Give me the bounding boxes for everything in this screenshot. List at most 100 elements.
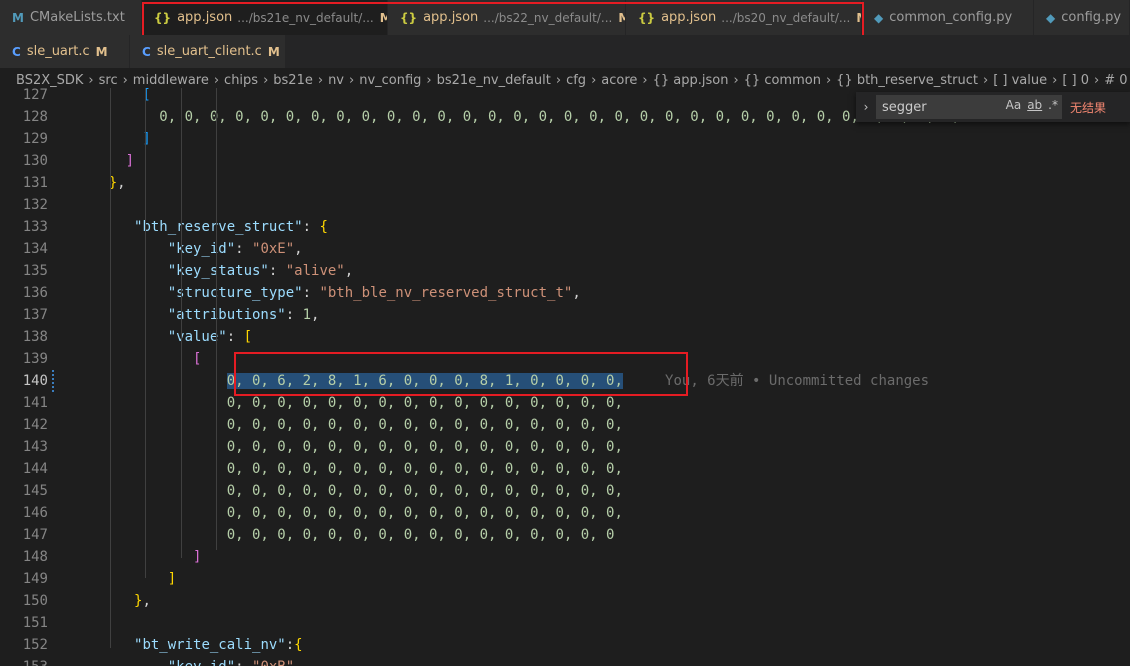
- code-line[interactable]: 136 "structure_type": "bth_ble_nv_reserv…: [0, 282, 1130, 304]
- line-number: 132: [22, 197, 48, 213]
- breadcrumb-item[interactable]: {} common: [744, 73, 821, 88]
- indent-guide: [181, 88, 182, 558]
- code-text: ]: [167, 571, 177, 587]
- chevron-right-icon: ›: [88, 72, 94, 88]
- code-line[interactable]: 142 0, 0, 0, 0, 0, 0, 0, 0, 0, 0, 0, 0, …: [0, 414, 1130, 436]
- code-line[interactable]: 129 ]: [0, 128, 1130, 150]
- code-line[interactable]: 132: [0, 194, 1130, 216]
- tab-label: config.py: [1061, 10, 1122, 25]
- modified-indicator: M: [380, 11, 387, 25]
- breadcrumb-item[interactable]: BS2X_SDK: [16, 73, 83, 88]
- tab-path: .../bs20_nv_default/...: [721, 10, 851, 25]
- tab-label: CMakeLists.txt: [29, 10, 125, 25]
- code-text: "attributions": 1,: [167, 307, 320, 323]
- code-line[interactable]: 141 0, 0, 0, 0, 0, 0, 0, 0, 0, 0, 0, 0, …: [0, 392, 1130, 414]
- tab-label: common_config.py: [889, 10, 1013, 25]
- breadcrumb-item[interactable]: [ ] value: [993, 73, 1047, 88]
- python-file-icon: ◆: [874, 10, 884, 25]
- breadcrumb-item[interactable]: src: [99, 73, 118, 88]
- tab-app-json-bs21e[interactable]: {} app.json .../bs21e_nv_default/... M ×: [142, 0, 388, 35]
- line-number: 128: [22, 109, 48, 125]
- tab-app-json-bs20[interactable]: {} app.json .../bs20_nv_default/... M: [626, 0, 862, 35]
- regex-icon[interactable]: .*: [1048, 98, 1058, 112]
- code-text: ]: [75, 153, 135, 169]
- json-file-icon: {}: [638, 10, 656, 25]
- line-number: 131: [22, 175, 48, 191]
- code-line[interactable]: 139 [: [0, 348, 1130, 370]
- line-number: 133: [22, 219, 48, 235]
- breadcrumb-item[interactable]: {} app.json: [653, 73, 729, 88]
- breadcrumb-item[interactable]: middleware: [133, 73, 209, 88]
- code-line[interactable]: 138 "value": [: [0, 326, 1130, 348]
- code-text: 0, 0, 0, 0, 0, 0, 0, 0, 0, 0, 0, 0, 0, 0…: [75, 109, 961, 125]
- tab-path: .../bs21e_nv_default/...: [237, 10, 374, 25]
- code-line[interactable]: 146 0, 0, 0, 0, 0, 0, 0, 0, 0, 0, 0, 0, …: [0, 502, 1130, 524]
- chevron-right-icon: ›: [825, 72, 832, 88]
- breadcrumb-item[interactable]: nv_config: [359, 73, 421, 88]
- code-line[interactable]: 131 },: [0, 172, 1130, 194]
- json-file-icon: {}: [400, 10, 418, 25]
- code-text: 0, 0, 0, 0, 0, 0, 0, 0, 0, 0, 0, 0, 0, 0…: [226, 417, 623, 433]
- code-line[interactable]: 145 0, 0, 0, 0, 0, 0, 0, 0, 0, 0, 0, 0, …: [0, 480, 1130, 502]
- code-line[interactable]: 137 "attributions": 1,: [0, 304, 1130, 326]
- code-editor[interactable]: 127 [128 0, 0, 0, 0, 0, 0, 0, 0, 0, 0, 0…: [0, 88, 1130, 666]
- tab-sle-uart-c[interactable]: C sle_uart.c M: [0, 35, 130, 68]
- breadcrumb-item[interactable]: bs21e_nv_default: [437, 73, 551, 88]
- code-line[interactable]: 152 "bt_write_cali_nv":{: [0, 634, 1130, 656]
- tab-cmakelists[interactable]: M CMakeLists.txt: [0, 0, 142, 35]
- line-number: 153: [0, 656, 48, 666]
- tab-label: sle_uart.c: [26, 44, 90, 59]
- breadcrumb-item[interactable]: [ ] 0: [1062, 73, 1089, 88]
- line-number: 144: [22, 461, 48, 477]
- chevron-right-icon: ›: [317, 72, 324, 88]
- chevron-right-icon: ›: [426, 72, 432, 88]
- code-line[interactable]: 144 0, 0, 0, 0, 0, 0, 0, 0, 0, 0, 0, 0, …: [0, 458, 1130, 480]
- modified-indicator: M: [95, 44, 108, 59]
- code-text: 0, 0, 6, 2, 8, 1, 6, 0, 0, 0, 8, 1, 0, 0…: [226, 373, 930, 389]
- code-line[interactable]: 133 "bth_reserve_struct": {: [0, 216, 1130, 238]
- breadcrumb-item[interactable]: acore: [601, 73, 637, 88]
- match-case-icon[interactable]: Aa: [1006, 98, 1022, 112]
- python-file-icon: ◆: [1046, 10, 1056, 25]
- code-line[interactable]: 147 0, 0, 0, 0, 0, 0, 0, 0, 0, 0, 0, 0, …: [0, 524, 1130, 546]
- chevron-right-icon: ›: [213, 72, 220, 88]
- tab-config-py[interactable]: ◆ config.py: [1034, 0, 1130, 35]
- breadcrumb-item[interactable]: {} bth_reserve_struct: [836, 73, 978, 88]
- git-blame-annotation: You, 6天前 • Uncommitted changes: [665, 373, 930, 389]
- tab-common-config-py[interactable]: ◆ common_config.py: [862, 0, 1034, 35]
- whole-word-icon[interactable]: ab: [1027, 98, 1042, 112]
- code-text: "structure_type": "bth_ble_nv_reserved_s…: [167, 285, 581, 301]
- breadcrumb-item[interactable]: nv: [328, 73, 344, 88]
- code-line[interactable]: 130 ]: [0, 150, 1130, 172]
- code-text: 0, 0, 0, 0, 0, 0, 0, 0, 0, 0, 0, 0, 0, 0…: [226, 395, 623, 411]
- find-input[interactable]: segger Aa ab .*: [876, 95, 1062, 119]
- code-line[interactable]: 149 ]: [0, 568, 1130, 590]
- line-number: 134: [22, 241, 48, 257]
- breadcrumb-item[interactable]: # 0: [1104, 73, 1127, 88]
- line-number: 143: [22, 439, 48, 455]
- code-line[interactable]: 148 ]: [0, 546, 1130, 568]
- code-line[interactable]: 151: [0, 612, 1130, 634]
- chevron-right-icon[interactable]: ›: [856, 100, 876, 114]
- json-file-icon: {}: [154, 10, 172, 25]
- code-line[interactable]: 140 0, 0, 6, 2, 8, 1, 6, 0, 0, 0, 8, 1, …: [0, 370, 1130, 392]
- tab-app-json-bs22[interactable]: {} app.json .../bs22_nv_default/... M ×: [388, 0, 626, 35]
- line-number: 140: [22, 373, 48, 389]
- code-text: 0, 0, 0, 0, 0, 0, 0, 0, 0, 0, 0, 0, 0, 0…: [226, 527, 615, 543]
- code-line[interactable]: 143 0, 0, 0, 0, 0, 0, 0, 0, 0, 0, 0, 0, …: [0, 436, 1130, 458]
- tab-sle-uart-client-c[interactable]: C sle_uart_client.c M: [130, 35, 286, 68]
- chevron-right-icon: ›: [642, 72, 648, 88]
- line-number: 148: [22, 549, 48, 565]
- chevron-right-icon: ›: [733, 72, 739, 88]
- code-line[interactable]: 153 "key_id": "0xB",: [0, 656, 1130, 666]
- breadcrumb-item[interactable]: bs21e: [273, 73, 313, 88]
- code-text: },: [134, 593, 151, 609]
- code-line[interactable]: 150 },: [0, 590, 1130, 612]
- find-query: segger: [882, 99, 927, 115]
- find-result-status: 无结果: [1070, 100, 1107, 115]
- line-number: 145: [22, 483, 48, 499]
- breadcrumb-item[interactable]: chips: [224, 73, 258, 88]
- code-line[interactable]: 134 "key_id": "0xE",: [0, 238, 1130, 260]
- code-line[interactable]: 135 "key_status": "alive",: [0, 260, 1130, 282]
- breadcrumb-item[interactable]: cfg: [566, 73, 586, 88]
